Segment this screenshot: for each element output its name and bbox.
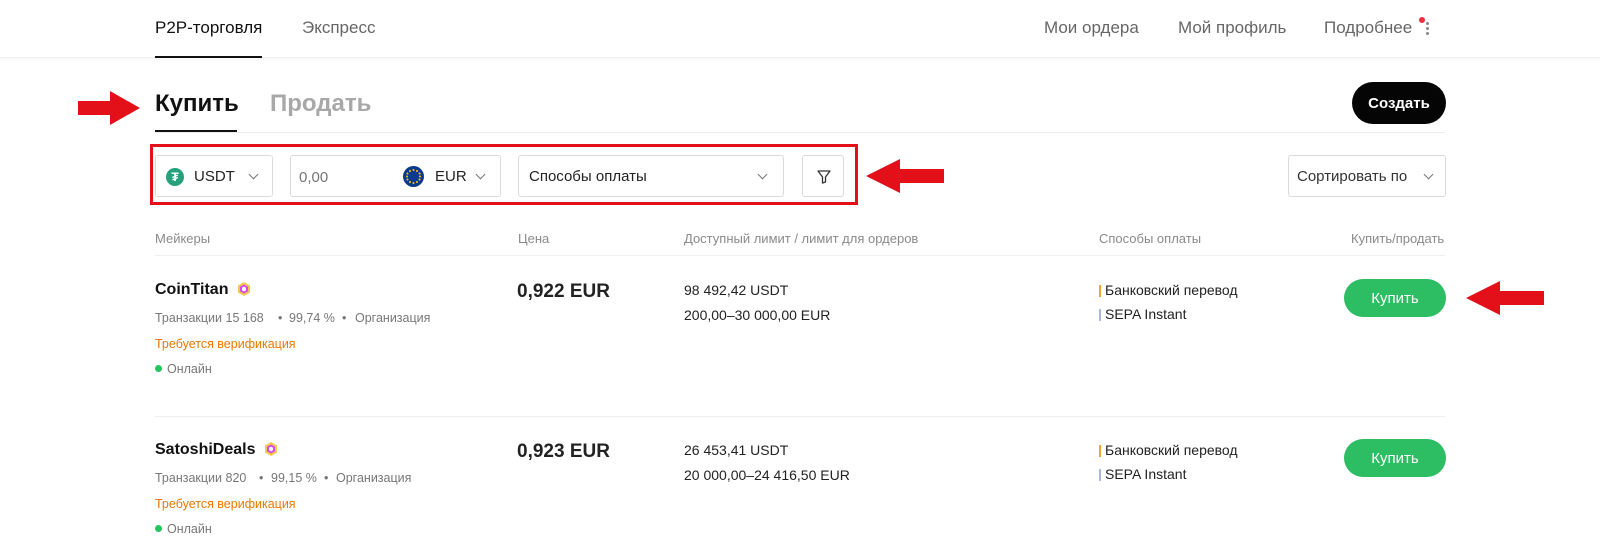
- eu-flag-icon: [403, 166, 424, 187]
- order-limit: 20 000,00–24 416,50 EUR: [684, 467, 850, 483]
- tab-express[interactable]: Экспресс: [302, 18, 375, 38]
- create-ad-button[interactable]: Создать: [1352, 82, 1446, 124]
- available-amount: 98 492,42 USDT: [684, 282, 789, 298]
- maker-completion-rate: 99,15 %: [271, 471, 317, 485]
- payment-method-placeholder: Способы оплаты: [529, 168, 647, 185]
- fiat-select[interactable]: EUR: [435, 168, 467, 185]
- separator-dot: •: [259, 471, 264, 485]
- separator-dot: •: [324, 471, 329, 485]
- maker-completion-rate: 99,74 %: [289, 311, 335, 325]
- more-link[interactable]: Подробнее: [1324, 18, 1412, 38]
- annotation-arrow-left-icon: [866, 159, 944, 193]
- available-amount: 26 453,41 USDT: [684, 442, 789, 458]
- online-status: Онлайн: [155, 522, 212, 536]
- price: 0,922 EUR: [517, 281, 610, 302]
- more-vertical-icon[interactable]: [1426, 22, 1430, 36]
- amount-input[interactable]: [299, 166, 399, 188]
- chevron-down-icon: [248, 169, 259, 180]
- maker-trades: Транзакции 820: [155, 471, 247, 485]
- tab-p2p-trading[interactable]: P2P-торговля: [155, 18, 263, 58]
- notification-dot: [1419, 17, 1425, 23]
- my-profile-link[interactable]: Мой профиль: [1178, 18, 1286, 38]
- header-makers: Мейкеры: [155, 231, 211, 246]
- chevron-down-icon: [757, 169, 768, 180]
- maker-trades: Транзакции 15 168: [155, 311, 264, 325]
- online-dot-icon: [155, 525, 162, 532]
- separator-dot: •: [278, 311, 283, 325]
- filter-icon: [817, 170, 831, 184]
- top-navigation: P2P-торговля Экспресс Мои ордера Мой про…: [0, 0, 1600, 58]
- order-limit: 200,00–30 000,00 EUR: [684, 307, 831, 323]
- verified-badge-icon: [238, 282, 250, 296]
- payment-method: SEPA Instant: [1099, 306, 1186, 322]
- online-dot-icon: [155, 365, 162, 372]
- payment-method: Банковский перевод: [1099, 442, 1238, 458]
- usdt-icon: ₮: [166, 168, 184, 186]
- tab-sell[interactable]: Продать: [270, 90, 371, 118]
- maker-name[interactable]: CoinTitan: [155, 281, 228, 299]
- payment-method-select[interactable]: Способы оплаты: [518, 155, 784, 197]
- header-limit: Доступный лимит / лимит для ордеров: [684, 231, 919, 246]
- chevron-down-icon: [475, 169, 486, 180]
- maker-type: Организация: [336, 471, 412, 485]
- tabs-divider: [155, 132, 1445, 133]
- verification-required: Требуется верификация: [155, 337, 296, 351]
- header-action: Купить/продать: [1351, 231, 1445, 246]
- header-divider: [155, 255, 1445, 256]
- separator-dot: •: [342, 311, 347, 325]
- sort-select[interactable]: Сортировать по: [1288, 155, 1446, 197]
- annotation-arrow-right-icon: [78, 91, 140, 125]
- buy-button[interactable]: Купить: [1344, 279, 1446, 317]
- online-label: Онлайн: [167, 362, 212, 376]
- crypto-value: USDT: [194, 168, 235, 185]
- sort-label: Сортировать по: [1297, 168, 1408, 185]
- crypto-select[interactable]: ₮ USDT: [155, 155, 273, 197]
- verified-badge-icon: [265, 442, 277, 456]
- maker-name[interactable]: SatoshiDeals: [155, 441, 255, 459]
- tab-buy[interactable]: Купить: [155, 90, 239, 118]
- verification-required: Требуется верификация: [155, 497, 296, 511]
- payment-method: SEPA Instant: [1099, 466, 1186, 482]
- buy-button[interactable]: Купить: [1344, 439, 1446, 477]
- filter-button[interactable]: [802, 155, 844, 197]
- my-orders-link[interactable]: Мои ордера: [1044, 18, 1139, 38]
- price: 0,923 EUR: [517, 441, 610, 462]
- payment-method: Банковский перевод: [1099, 282, 1238, 298]
- row-divider: [155, 416, 1445, 417]
- chevron-down-icon: [1423, 169, 1434, 180]
- header-price: Цена: [518, 231, 550, 246]
- amount-fiat-field: EUR: [290, 155, 501, 197]
- online-label: Онлайн: [167, 522, 212, 536]
- online-status: Онлайн: [155, 362, 212, 376]
- maker-type: Организация: [355, 311, 431, 325]
- annotation-arrow-left-icon: [1466, 281, 1544, 315]
- header-payment: Способы оплаты: [1099, 231, 1202, 246]
